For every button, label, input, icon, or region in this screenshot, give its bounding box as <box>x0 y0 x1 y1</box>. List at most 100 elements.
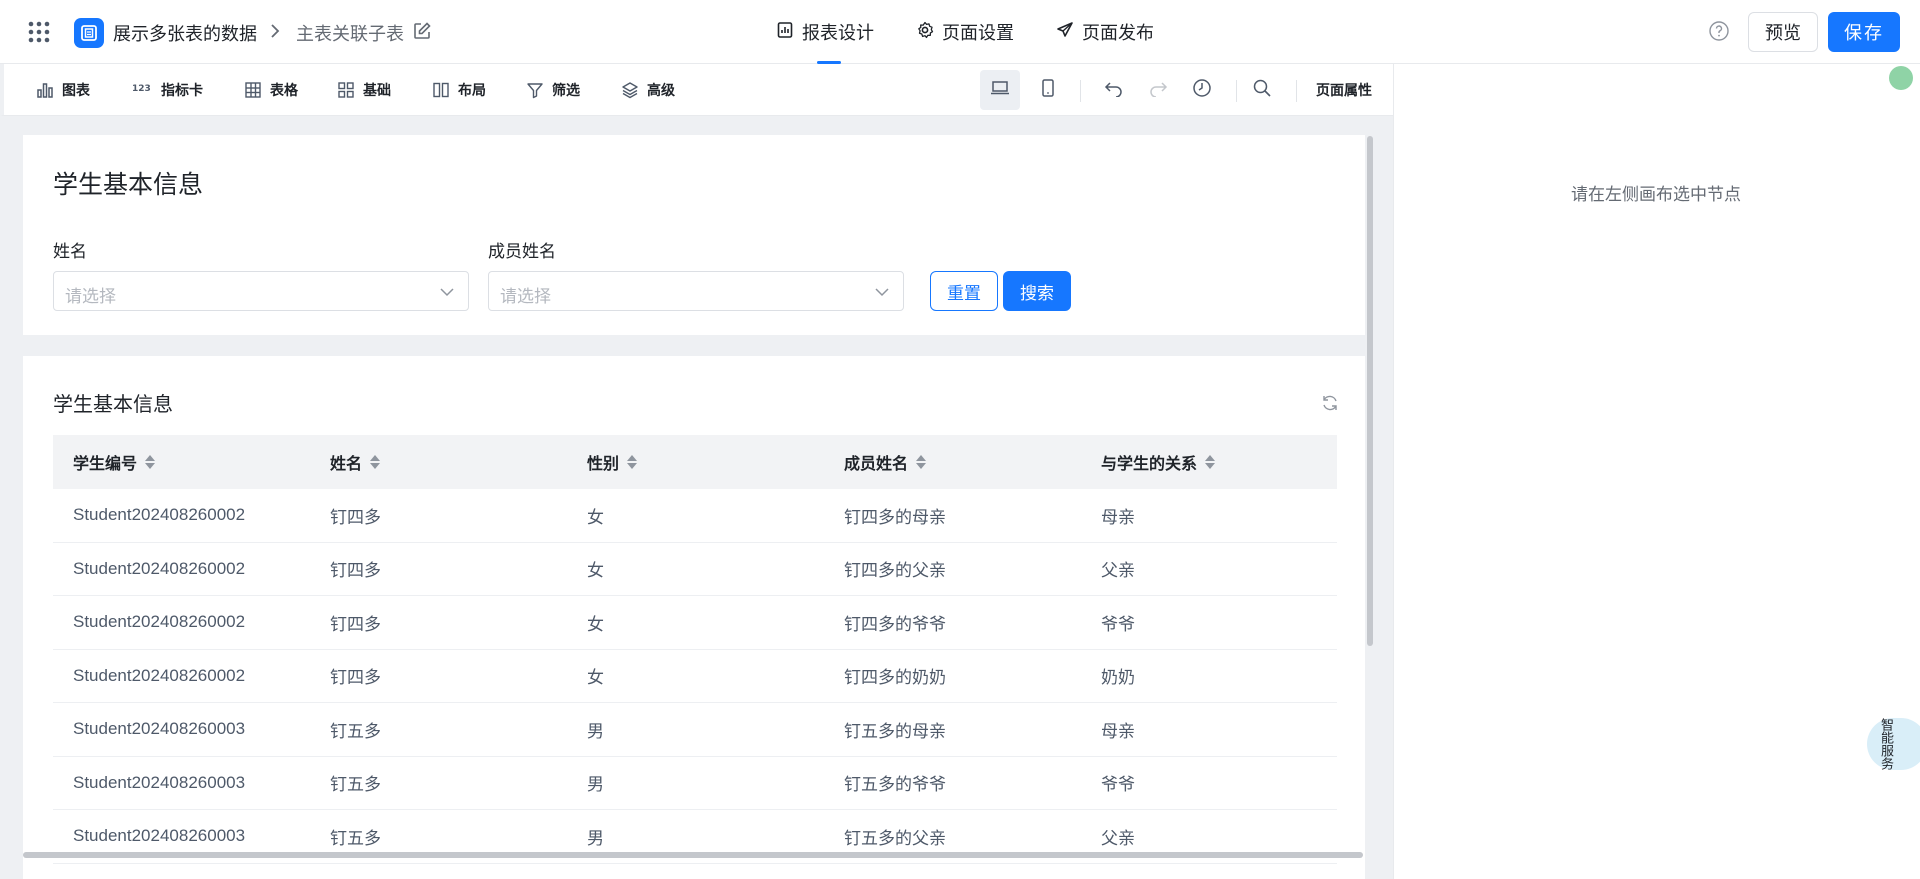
tab-page-publish[interactable]: 页面发布 <box>1056 0 1154 64</box>
component-toolbar: 图表 123 指标卡 表格 基础 布局 筛选 高级 页面属性 <box>0 64 1393 116</box>
toolbar-item-label: 指标卡 <box>161 82 203 98</box>
column-header-gender[interactable]: 性别 <box>567 450 824 474</box>
cell-relationship: 奶奶 <box>1101 668 1135 688</box>
search-submit-button[interactable]: 搜索 <box>1003 271 1071 311</box>
app-logo-icon <box>74 18 104 48</box>
filter-card[interactable]: 学生基本信息 姓名 请选择 成员姓名 请选择 重置 搜索 <box>23 135 1365 335</box>
cell-member-name: 钉四多的奶奶 <box>844 668 946 688</box>
laptop-icon <box>989 79 1011 102</box>
tab-page-settings[interactable]: 页面设置 <box>916 0 1014 64</box>
cell-member-name: 钉四多的母亲 <box>844 507 946 527</box>
table-row[interactable]: Student202408260003 钉五多 男 钉五多的爷爷 爷爷 <box>53 757 1337 810</box>
tab-label: 报表设计 <box>802 23 874 43</box>
layers-icon <box>621 81 639 99</box>
sort-icon <box>627 455 638 469</box>
toolbar-item-advanced[interactable]: 高级 <box>621 64 675 116</box>
toolbar-item-label: 布局 <box>458 82 486 98</box>
undo-button[interactable] <box>1094 70 1134 110</box>
cell-name: 钉四多 <box>330 561 381 581</box>
basic-blocks-icon <box>337 81 355 99</box>
search-button[interactable] <box>1242 70 1282 110</box>
desktop-view-button[interactable] <box>980 70 1020 110</box>
column-header-relationship[interactable]: 与学生的关系 <box>1081 450 1337 474</box>
table-row[interactable]: Student202408260002 钉四多 女 钉四多的爷爷 爷爷 <box>53 596 1337 650</box>
tab-label: 页面设置 <box>942 23 1014 43</box>
table-card[interactable]: 学生基本信息 学生编号 姓名 性别 成员姓名 与学生的关系 Student202… <box>23 356 1365 879</box>
page-properties-button[interactable]: 页面属性 <box>1316 64 1372 116</box>
table-card-title: 学生基本信息 <box>53 394 173 416</box>
history-button[interactable] <box>1182 70 1222 110</box>
column-header-student-id[interactable]: 学生编号 <box>53 450 310 474</box>
toolbar-item-label: 高级 <box>647 82 675 98</box>
toolbar-item-layout[interactable]: 布局 <box>432 64 486 116</box>
column-header-label: 学生编号 <box>73 456 138 473</box>
sort-icon <box>1205 455 1216 469</box>
cell-relationship: 母亲 <box>1101 507 1135 527</box>
toolbar-divider <box>1236 80 1237 102</box>
report-design-icon <box>776 21 794 44</box>
app-grid-icon[interactable] <box>28 21 50 43</box>
column-header-member-name[interactable]: 成员姓名 <box>824 450 1081 474</box>
clock-icon <box>1192 78 1212 103</box>
toolbar-item-basic[interactable]: 基础 <box>337 64 391 116</box>
select-placeholder: 请选择 <box>65 287 116 306</box>
toolbar-divider <box>1296 80 1297 102</box>
toolbar-item-filter[interactable]: 筛选 <box>526 64 580 116</box>
cell-name: 钉四多 <box>330 614 381 634</box>
edit-icon[interactable] <box>412 21 432 41</box>
table-row[interactable]: Student202408260003 钉五多 男 钉五多的母亲 母亲 <box>53 703 1337 757</box>
empty-selection-message: 请在左侧画布选中节点 <box>1571 185 1741 204</box>
cell-relationship: 父亲 <box>1101 561 1135 581</box>
canvas-horizontal-scrollbar[interactable] <box>23 852 1363 858</box>
mobile-view-button[interactable] <box>1028 70 1068 110</box>
cell-relationship: 母亲 <box>1101 721 1135 741</box>
smart-service-label: 智能服务 <box>1879 718 1894 770</box>
cell-gender: 男 <box>587 775 604 795</box>
undo-icon <box>1104 79 1124 102</box>
cell-gender: 男 <box>587 828 604 848</box>
toolbar-item-table[interactable]: 表格 <box>244 64 298 116</box>
table-grid-icon <box>244 81 262 99</box>
toolbar-item-chart[interactable]: 图表 <box>36 64 90 116</box>
cell-member-name: 钉五多的母亲 <box>844 721 946 741</box>
canvas-vertical-scrollbar[interactable] <box>1367 136 1373 646</box>
filter-funnel-icon <box>526 81 544 99</box>
toolbar-item-label: 表格 <box>270 82 298 98</box>
filter-label-member-name: 成员姓名 <box>488 242 556 261</box>
refresh-icon[interactable] <box>1321 394 1339 412</box>
cell-name: 钉五多 <box>330 721 381 741</box>
cell-student-id: Student202408260002 <box>73 612 246 632</box>
reset-button[interactable]: 重置 <box>930 271 998 311</box>
help-icon[interactable] <box>1708 20 1730 42</box>
table-row[interactable]: Student202408260002 钉四多 女 钉四多的奶奶 奶奶 <box>53 650 1337 703</box>
search-icon <box>1252 78 1272 103</box>
table-row[interactable]: Student202408260002 钉四多 女 钉四多的母亲 母亲 <box>53 489 1337 543</box>
toolbar-item-label: 筛选 <box>552 82 580 98</box>
cell-student-id: Student202408260003 <box>73 826 246 846</box>
layout-columns-icon <box>432 81 450 99</box>
status-indicator <box>1889 66 1913 90</box>
main-tabs: 报表设计 页面设置 页面发布 <box>776 0 1196 64</box>
cell-relationship: 爷爷 <box>1101 614 1135 634</box>
redo-button[interactable] <box>1138 70 1178 110</box>
member-name-select[interactable]: 请选择 <box>488 271 904 311</box>
cell-name: 钉四多 <box>330 668 381 688</box>
cell-gender: 女 <box>587 561 604 581</box>
toolbar-item-label: 基础 <box>363 82 391 98</box>
table-row[interactable]: Student202408260002 钉四多 女 钉四多的父亲 父亲 <box>53 543 1337 596</box>
cell-name: 钉四多 <box>330 507 381 527</box>
properties-panel: 请在左侧画布选中节点 <box>1393 64 1920 879</box>
preview-button[interactable]: 预览 <box>1748 12 1818 52</box>
toolbar-item-metric-card[interactable]: 123 指标卡 <box>131 64 203 116</box>
tab-report-design[interactable]: 报表设计 <box>776 0 874 64</box>
name-select[interactable]: 请选择 <box>53 271 469 311</box>
breadcrumb-app[interactable]: 展示多张表的数据 <box>113 20 257 46</box>
smart-service-button[interactable]: 智能服务 <box>1867 718 1920 770</box>
design-canvas: 学生基本信息 姓名 请选择 成员姓名 请选择 重置 搜索 学生基本信息 学生编号 <box>0 116 1393 879</box>
cell-name: 钉五多 <box>330 828 381 848</box>
select-placeholder: 请选择 <box>500 287 551 306</box>
column-header-name[interactable]: 姓名 <box>310 450 567 474</box>
column-header-label: 成员姓名 <box>844 456 909 473</box>
save-button[interactable]: 保存 <box>1828 12 1900 52</box>
sort-icon <box>145 455 156 469</box>
